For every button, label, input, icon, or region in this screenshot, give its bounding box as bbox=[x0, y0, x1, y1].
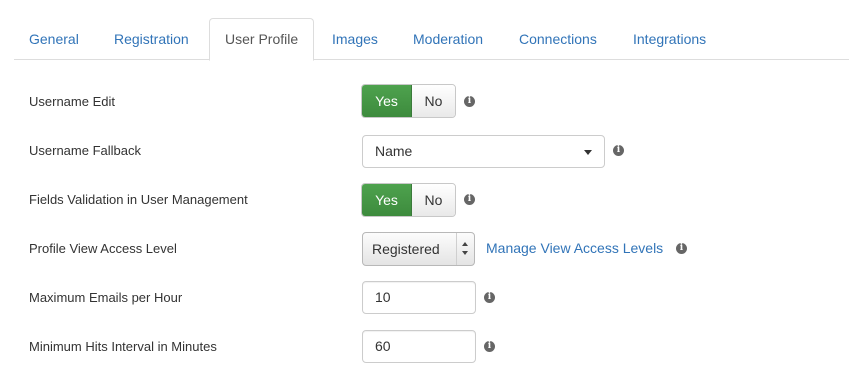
min-hits-input[interactable]: 60 bbox=[362, 330, 476, 363]
tab-bar: General Registration User Profile Images… bbox=[14, 18, 849, 61]
tab-user-profile[interactable]: User Profile bbox=[209, 18, 315, 61]
username-edit-yes-button[interactable]: Yes bbox=[362, 85, 412, 117]
fields-validation-toggle: Yes No bbox=[361, 183, 456, 217]
info-icon[interactable]: i bbox=[676, 243, 687, 254]
fields-validation-no-button[interactable]: No bbox=[412, 184, 455, 216]
tab-images[interactable]: Images bbox=[332, 18, 378, 60]
username-edit-no-button[interactable]: No bbox=[412, 85, 455, 117]
info-icon[interactable]: i bbox=[464, 194, 475, 205]
fields-validation-yes-button[interactable]: Yes bbox=[362, 184, 412, 216]
username-fallback-select[interactable]: Name bbox=[362, 135, 605, 168]
info-icon[interactable]: i bbox=[484, 292, 495, 303]
max-emails-value: 10 bbox=[375, 289, 391, 305]
arrow-up-icon bbox=[462, 242, 468, 246]
username-fallback-value: Name bbox=[375, 143, 413, 159]
min-hits-label: Minimum Hits Interval in Minutes bbox=[29, 339, 217, 354]
arrow-down-icon bbox=[462, 251, 468, 255]
username-edit-label: Username Edit bbox=[29, 94, 115, 109]
info-icon[interactable]: i bbox=[484, 341, 495, 352]
min-hits-value: 60 bbox=[375, 338, 391, 354]
info-icon[interactable]: i bbox=[613, 145, 624, 156]
profile-view-access-select[interactable]: Registered bbox=[362, 232, 475, 266]
tab-integrations[interactable]: Integrations bbox=[633, 18, 706, 60]
manage-view-access-levels-link[interactable]: Manage View Access Levels bbox=[486, 240, 663, 256]
select-stepper-icon bbox=[456, 233, 474, 265]
username-edit-toggle: Yes No bbox=[361, 84, 456, 118]
tab-registration[interactable]: Registration bbox=[114, 18, 189, 60]
max-emails-label: Maximum Emails per Hour bbox=[29, 290, 183, 305]
info-icon[interactable]: i bbox=[464, 96, 475, 107]
fields-validation-label: Fields Validation in User Management bbox=[29, 192, 248, 207]
username-fallback-label: Username Fallback bbox=[29, 143, 141, 158]
caret-down-icon bbox=[584, 150, 592, 155]
profile-view-access-value: Registered bbox=[372, 241, 440, 257]
tab-connections[interactable]: Connections bbox=[519, 18, 597, 60]
profile-view-access-label: Profile View Access Level bbox=[29, 241, 177, 256]
max-emails-input[interactable]: 10 bbox=[362, 281, 476, 314]
tab-moderation[interactable]: Moderation bbox=[413, 18, 483, 60]
tab-general[interactable]: General bbox=[29, 18, 79, 60]
